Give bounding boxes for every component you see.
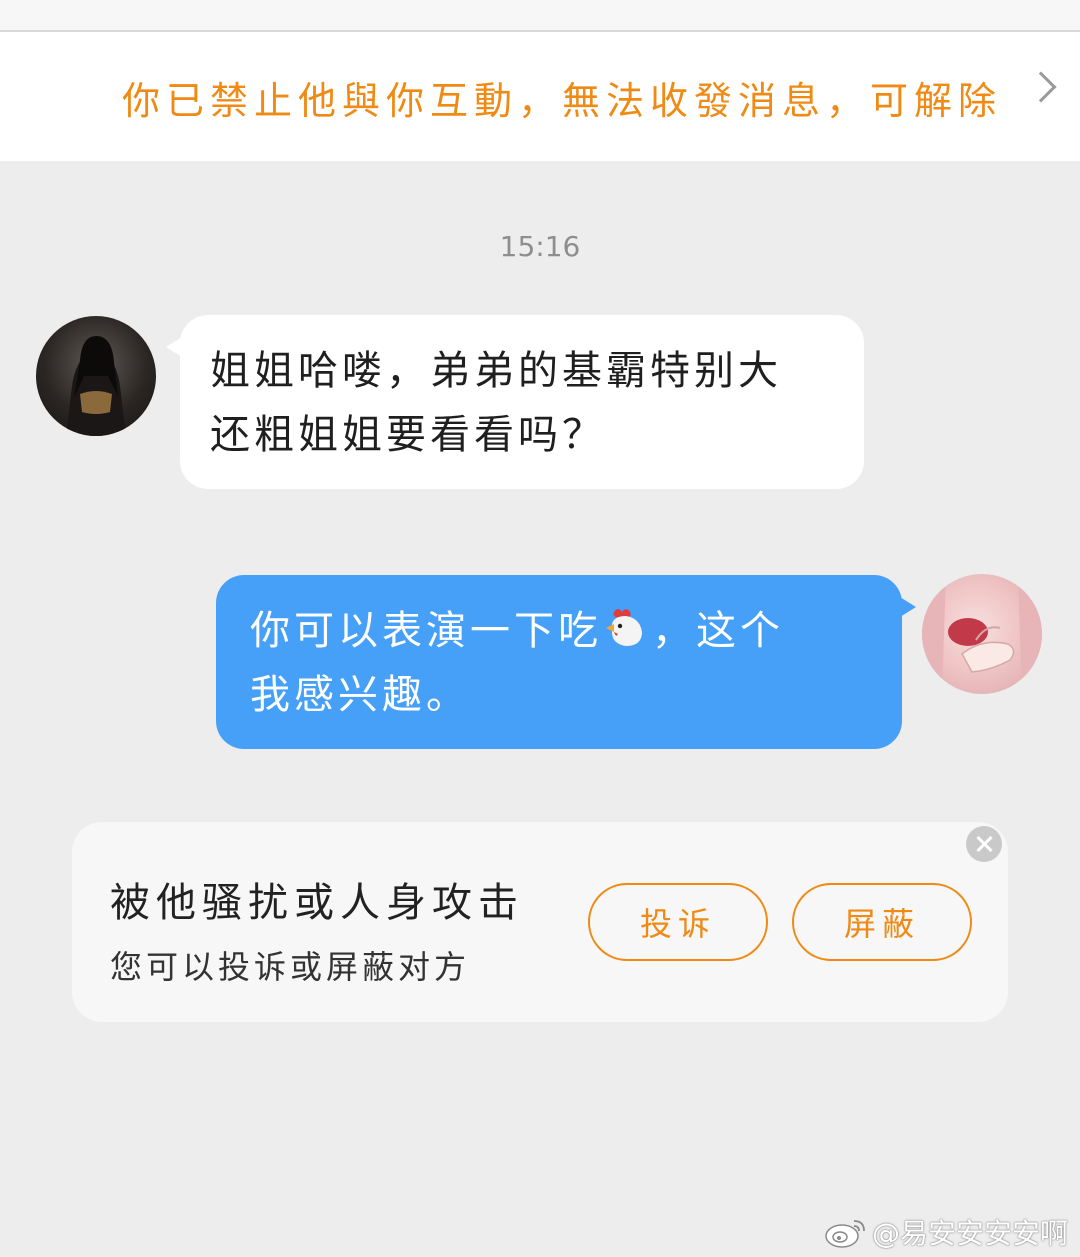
- message-text-segment: ，这个: [652, 608, 784, 654]
- block-notice-bar[interactable]: 你已禁止他與你互動，無法收發消息，可解除: [0, 32, 1080, 161]
- report-button[interactable]: 投诉: [588, 883, 768, 961]
- outgoing-message-bubble[interactable]: 你可以表演一下吃 ，这个 我感兴趣。: [216, 575, 916, 749]
- message-text-line: 还粗姐姐要看看吗？: [210, 412, 606, 458]
- report-card-title: 被他骚扰或人身攻击: [110, 880, 524, 926]
- close-icon[interactable]: [966, 826, 1002, 862]
- weibo-logo-icon: [825, 1220, 865, 1248]
- other-user-avatar[interactable]: [36, 316, 156, 436]
- report-card-subtitle: 您可以投诉或屏蔽对方: [110, 948, 471, 986]
- weibo-watermark: @易安安安安啊: [824, 1212, 1068, 1252]
- chevron-right-icon: [1025, 71, 1057, 103]
- block-button[interactable]: 屏蔽: [792, 883, 972, 961]
- incoming-message-bubble[interactable]: 姐姐哈喽，弟弟的基霸特别大 还粗姐姐要看看吗？: [166, 315, 864, 489]
- block-notice-text: 你已禁止他與你互動，無法收發消息，可解除: [122, 79, 1003, 123]
- message-text-line: 姐姐哈喽，弟弟的基霸特别大: [210, 348, 782, 394]
- chat-screen: 你已禁止他與你互動，無法收發消息，可解除 15:16 姐姐哈喽，弟弟的基霸特别大…: [0, 0, 1080, 1257]
- message-text-line: 我感兴趣。: [250, 672, 470, 718]
- chicken-emoji-icon: [606, 609, 642, 646]
- watermark-text: @易安安安安啊: [871, 1217, 1068, 1250]
- self-avatar[interactable]: [922, 574, 1042, 694]
- message-text-segment: 你可以表演一下吃: [250, 608, 602, 654]
- message-timestamp: 15:16: [499, 230, 581, 263]
- top-strip: [0, 0, 1080, 32]
- avatar-figure-icon: [66, 336, 126, 436]
- harassment-report-card: 被他骚扰或人身攻击 您可以投诉或屏蔽对方 投诉 屏蔽: [72, 822, 1008, 1022]
- message-text-line: 你可以表演一下吃 ，这个: [250, 599, 874, 663]
- avatar-hand-icon: [922, 574, 1042, 694]
